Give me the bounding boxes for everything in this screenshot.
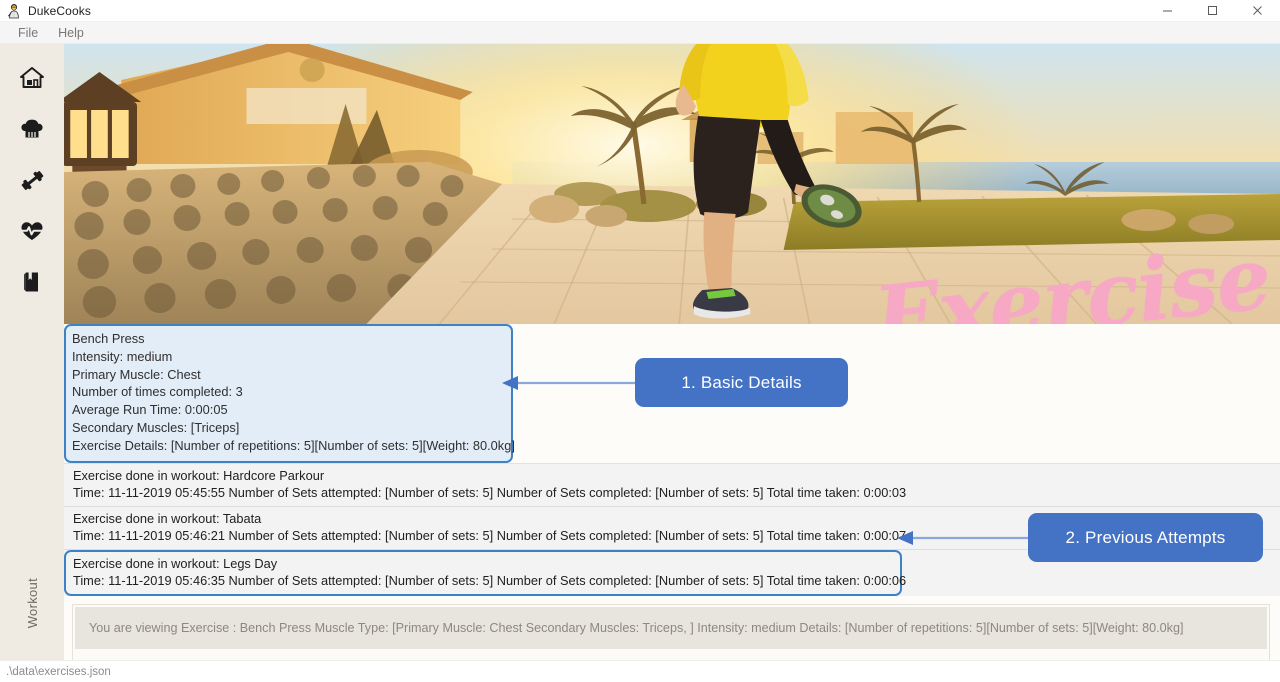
diary-book-icon (19, 269, 45, 295)
status-bar: .\data\exercises.json (0, 660, 1280, 682)
close-icon[interactable] (1235, 0, 1280, 22)
annotation-basic-details: 1. Basic Details (635, 358, 848, 407)
attempt-stats: Time: 11-11-2019 05:45:55 Number of Sets… (73, 485, 907, 501)
exercise-times-completed: Number of times completed: 3 (72, 384, 243, 400)
maximize-icon[interactable] (1190, 0, 1235, 22)
duke-mascot-icon (6, 3, 22, 19)
exercise-average-run-time: Average Run Time: 0:00:05 (72, 402, 228, 418)
menu-help[interactable]: Help (48, 24, 94, 42)
title-bar: DukeCooks (0, 0, 1280, 22)
status-file-path: .\data\exercises.json (6, 665, 111, 678)
home-icon (19, 65, 45, 91)
sidebar-item-workout[interactable] (10, 158, 54, 202)
attempt-workout-name: Exercise done in workout: Legs Day (73, 555, 278, 571)
menu-bar: File Help (0, 22, 1280, 44)
exercise-details: Exercise Details: [Number of repetitions… (72, 437, 515, 453)
hero-banner: Exercise (64, 44, 1280, 324)
sidebar-item-dashboard[interactable] (10, 56, 54, 100)
exercise-secondary-muscles: Secondary Muscles: [Triceps] (72, 419, 240, 435)
exercise-name: Bench Press (72, 331, 145, 346)
menu-file[interactable]: File (8, 24, 48, 42)
annotation-previous-attempts: 2. Previous Attempts (1028, 513, 1263, 562)
chef-hat-icon (19, 116, 45, 142)
heart-pulse-icon (19, 218, 45, 244)
sidebar-item-diary[interactable] (10, 260, 54, 304)
list-item[interactable]: Exercise done in workout: Hardcore Parko… (64, 463, 1280, 507)
window-controls (1145, 0, 1280, 22)
list-item[interactable]: Exercise done in workout: Legs Day Time:… (64, 549, 907, 596)
sidebar-item-health[interactable] (10, 209, 54, 253)
dukecooks-window: DukeCooks File Help Workout Exercise Ben… (0, 0, 1280, 682)
exercise-intensity: Intensity: medium (72, 348, 173, 364)
result-message: You are viewing Exercise : Bench Press M… (89, 620, 1184, 635)
exercise-primary-muscle: Primary Muscle: Chest (72, 366, 201, 382)
minimize-icon[interactable] (1145, 0, 1190, 22)
sidebar-section-label: Workout (24, 577, 40, 628)
beach-sunset-photo (64, 44, 1280, 324)
attempt-stats: Time: 11-11-2019 05:46:35 Number of Sets… (73, 573, 907, 589)
dumbbell-icon (19, 167, 46, 194)
exercise-detail-panel[interactable]: Bench Press Intensity: medium Primary Mu… (64, 324, 515, 463)
attempt-workout-name: Exercise done in workout: Hardcore Parko… (73, 467, 325, 483)
sidebar-item-recipes[interactable] (10, 107, 54, 151)
window-title: DukeCooks (28, 3, 91, 18)
sidebar: Workout (0, 44, 64, 682)
result-message-box: You are viewing Exercise : Bench Press M… (75, 606, 1267, 649)
